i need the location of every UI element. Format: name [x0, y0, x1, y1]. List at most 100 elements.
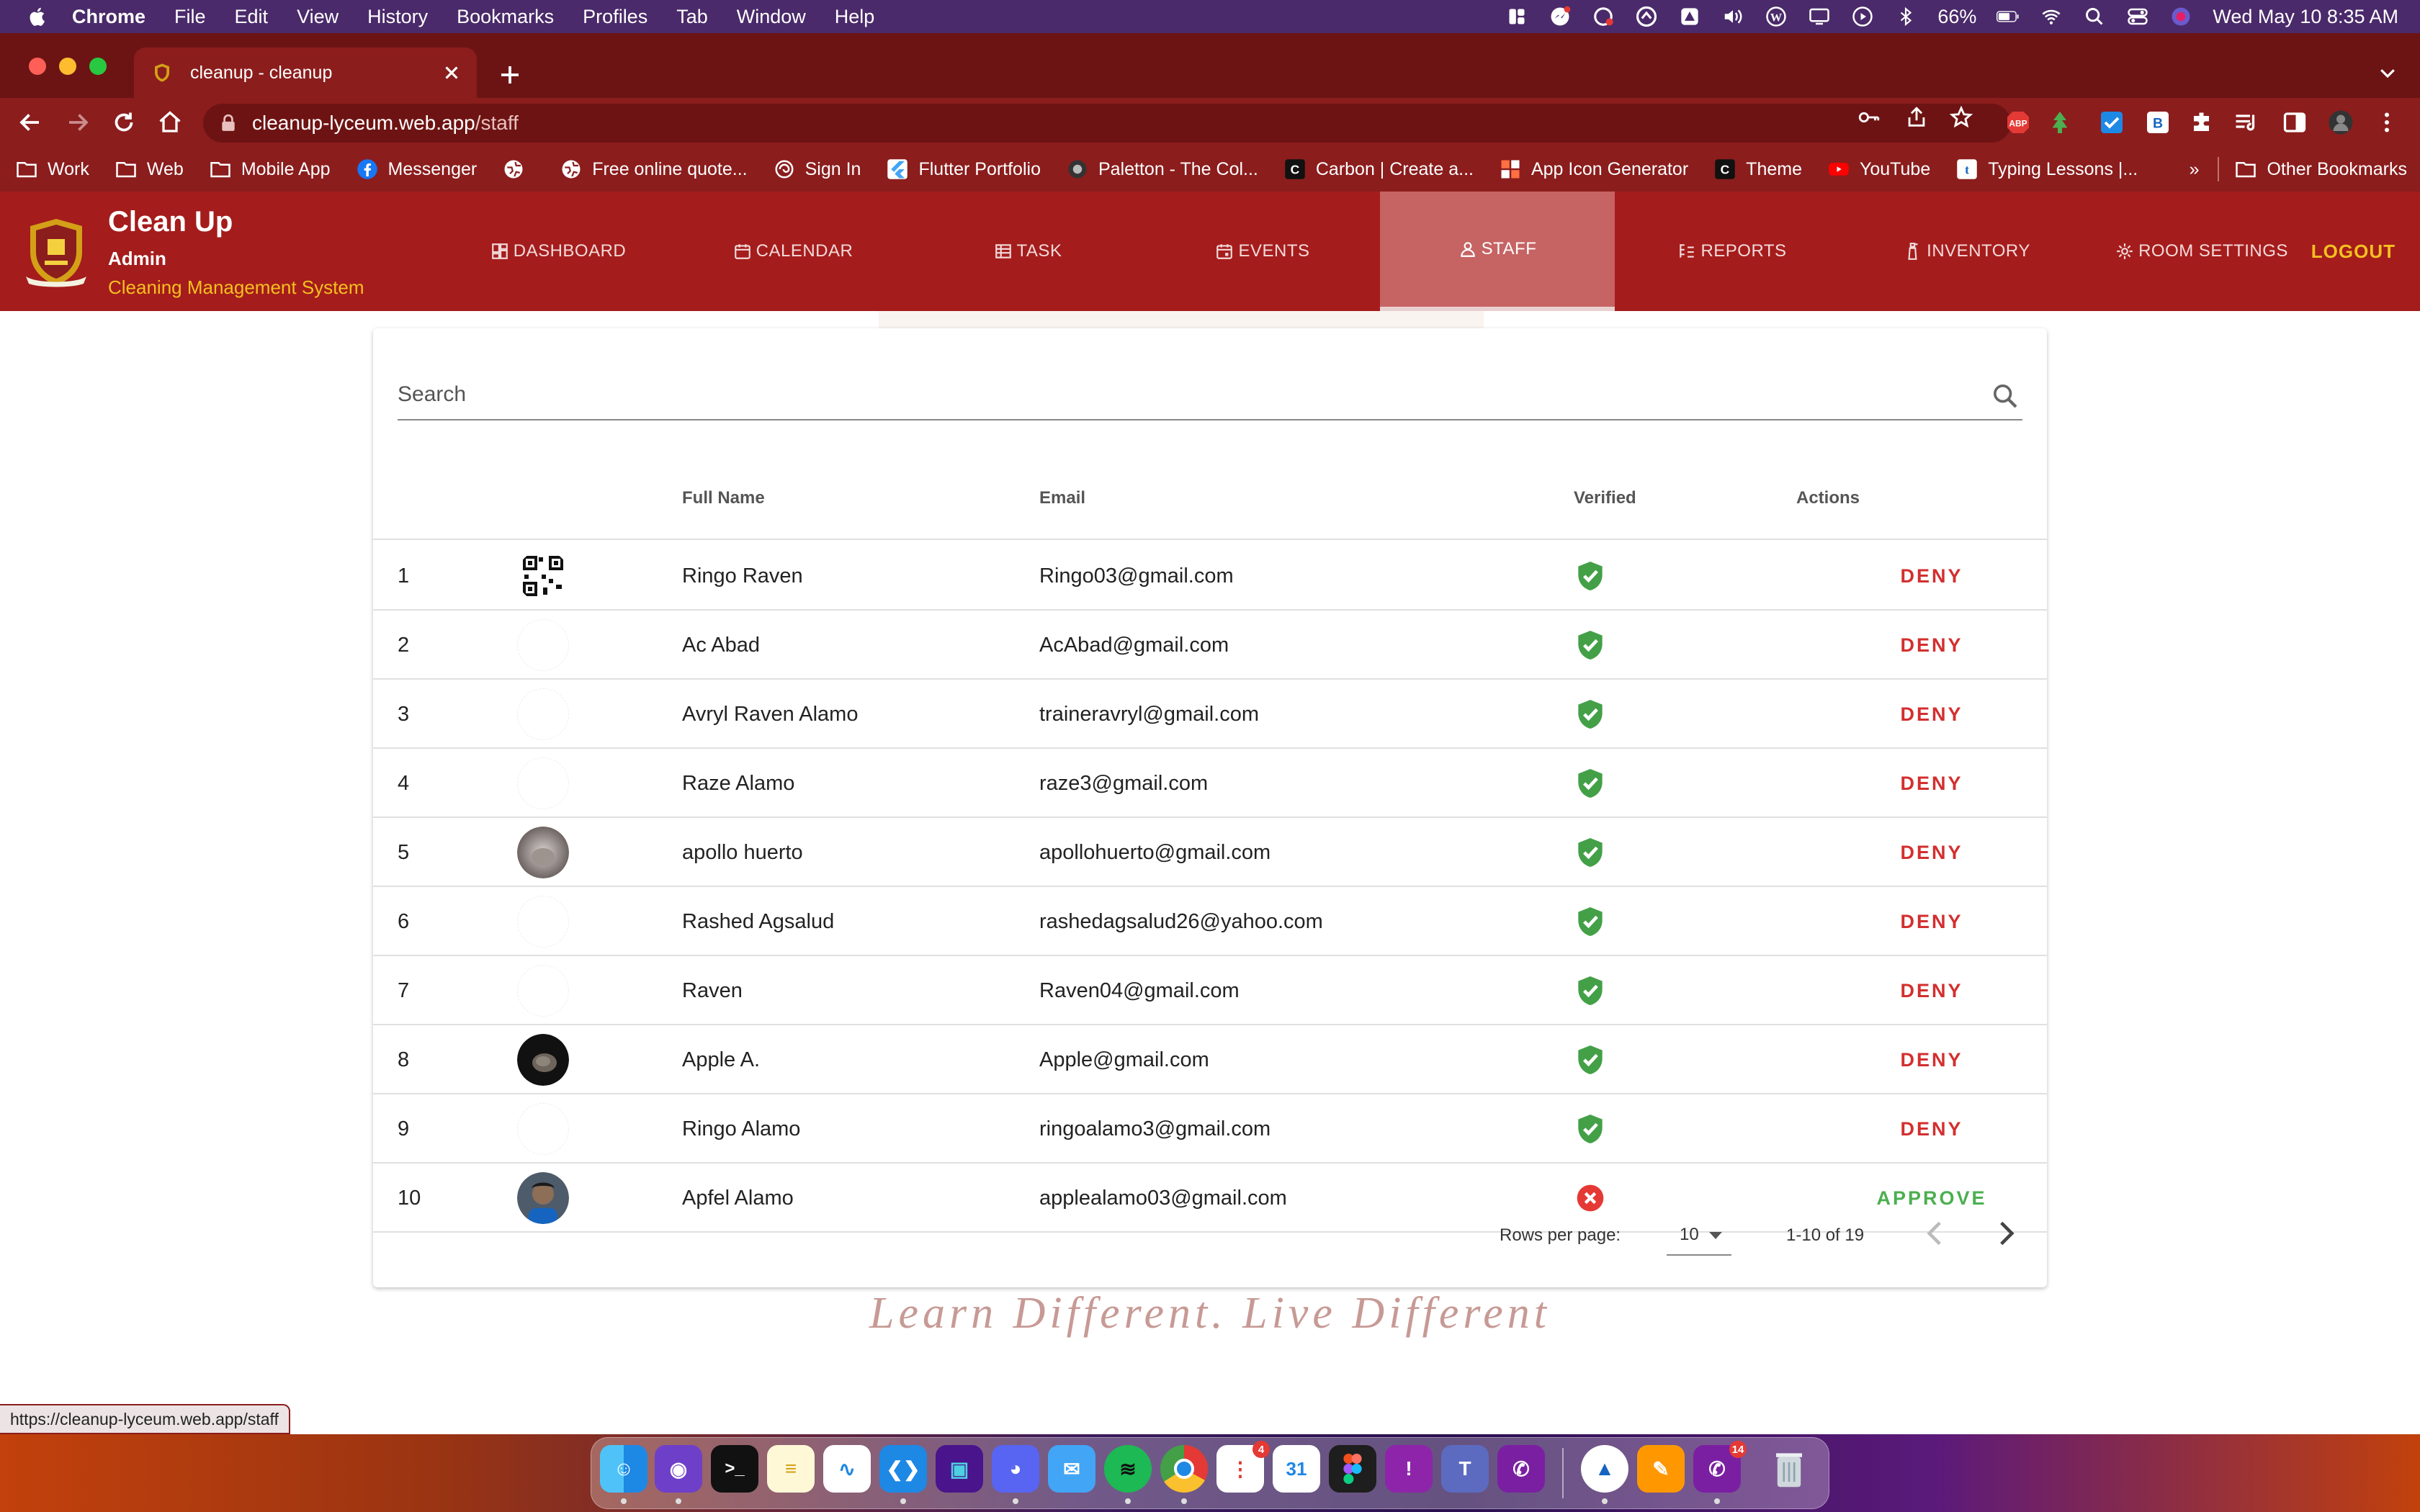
finder-icon[interactable]: ☺ [600, 1445, 647, 1493]
bookmark-carbon[interactable]: C Carbon | Create a... [1284, 158, 1474, 180]
trash-icon[interactable] [1765, 1445, 1813, 1493]
password-key-icon[interactable] [1857, 105, 1881, 130]
bookmark-star-icon[interactable] [1949, 105, 1973, 130]
logout-button[interactable]: LOGOUT [2311, 192, 2396, 311]
table-row[interactable]: 2 Ac Abad AcAbad@gmail.com DENY [373, 611, 2047, 680]
cloud-app-icon[interactable]: ▲ [1581, 1445, 1628, 1493]
extension-b-icon[interactable]: B [2145, 109, 2171, 135]
nav-calendar[interactable]: CALENDAR [676, 192, 910, 311]
menu-view[interactable]: View [297, 6, 339, 28]
spotlight-search-icon[interactable] [2083, 5, 2106, 28]
other-bookmarks-folder[interactable]: Other Bookmarks [2267, 159, 2407, 180]
tab-search-chevron-icon[interactable] [2377, 62, 2398, 84]
next-page-icon[interactable] [1988, 1215, 2024, 1251]
android-studio-icon[interactable]: ▣ [936, 1445, 983, 1493]
bluetooth-icon[interactable] [1894, 5, 1917, 28]
display-icon[interactable] [1808, 5, 1831, 28]
bookmark-folder-mobile-app[interactable]: Mobile App [210, 158, 331, 180]
bookmark-free-online-quote[interactable]: Free online quote... [560, 158, 748, 180]
bookmarks-overflow-button[interactable]: » [2190, 159, 2200, 180]
drive-icon[interactable] [1678, 5, 1701, 28]
minimize-window-button[interactable] [59, 58, 76, 75]
chrome-icon[interactable] [1160, 1445, 1208, 1493]
nav-dashboard[interactable]: DASHBOARD [441, 192, 676, 311]
close-window-button[interactable] [29, 58, 46, 75]
column-header-verified[interactable]: Verified [1574, 488, 1636, 508]
spotify-icon[interactable]: ≋ [1104, 1445, 1152, 1493]
extension-tree-icon[interactable] [2047, 109, 2073, 135]
nav-reports[interactable]: REPORTS [1615, 192, 1850, 311]
menu-profiles[interactable]: Profiles [583, 6, 647, 28]
column-header-actions[interactable]: Actions [1796, 488, 1860, 508]
volume-icon[interactable] [1721, 5, 1744, 28]
wifi-icon[interactable] [2040, 5, 2063, 28]
deny-button[interactable]: DENY [1900, 842, 1963, 864]
menu-window[interactable]: Window [737, 6, 806, 28]
menu-tab[interactable]: Tab [676, 6, 708, 28]
table-row[interactable]: 7 Raven Raven04@gmail.com DENY [373, 956, 2047, 1025]
table-row[interactable]: 4 Raze Alamo raze3@gmail.com DENY [373, 749, 2047, 818]
bookmark-folder-work[interactable]: Work [16, 158, 89, 180]
deny-button[interactable]: DENY [1900, 703, 1963, 726]
adblock-plus-icon[interactable]: ABP [2005, 109, 2031, 135]
media-queue-icon[interactable] [2233, 109, 2259, 135]
menu-history[interactable]: History [367, 6, 428, 28]
extension-check-icon[interactable] [2099, 109, 2125, 135]
menu-help[interactable]: Help [835, 6, 875, 28]
notes-icon[interactable]: ≡ [767, 1445, 815, 1493]
discord-icon[interactable]: ◕ [992, 1445, 1039, 1493]
new-tab-icon[interactable] [497, 62, 523, 88]
table-row[interactable]: 6 Rashed Agsalud rashedagsalud26@yahoo.com… [373, 887, 2047, 956]
calendar-app-icon[interactable]: 31 [1273, 1445, 1320, 1493]
bookmark-typing-lessons[interactable]: t Typing Lessons |... [1956, 158, 2138, 180]
table-row[interactable]: 8 Apple A. Apple@gmail.com DENY [373, 1025, 2047, 1094]
terminal-icon[interactable]: >_ [711, 1445, 758, 1493]
feedback-icon[interactable]: ! [1385, 1445, 1433, 1493]
forward-arrow-icon[interactable] [65, 109, 91, 135]
close-tab-icon[interactable] [441, 62, 462, 84]
vpn-icon[interactable] [1635, 5, 1658, 28]
menu-edit[interactable]: Edit [235, 6, 269, 28]
bookmark-youtube[interactable]: YouTube [1828, 158, 1930, 180]
bookmark-paletton[interactable]: Paletton - The Col... [1067, 158, 1258, 180]
deny-button[interactable]: DENY [1900, 1118, 1963, 1140]
address-bar[interactable]: cleanup-lyceum.web.app/staff [203, 104, 2011, 143]
lock-icon[interactable] [220, 114, 236, 132]
table-row[interactable]: 9 Ringo Alamo ringoalamo3@gmail.com DENY [373, 1094, 2047, 1164]
siri-icon[interactable] [2169, 5, 2192, 28]
table-row[interactable]: 5 apollo huerto apollohuerto@gmail.com DENY [373, 818, 2047, 887]
table-row[interactable]: 3 Avryl Raven Alamo traineravryl@gmail.com… [373, 680, 2047, 749]
previous-page-icon[interactable] [1917, 1215, 1953, 1251]
wordpress-icon[interactable]: W [1765, 5, 1788, 28]
teams-icon[interactable]: T [1441, 1445, 1489, 1493]
pages-icon[interactable]: ✎ [1637, 1445, 1685, 1493]
github-desktop-icon[interactable]: ◉ [655, 1445, 702, 1493]
deny-button[interactable]: DENY [1900, 980, 1963, 1002]
menubar-clock[interactable]: Wed May 10 8:35 AM [2213, 6, 2398, 28]
nav-events[interactable]: EVENTS [1145, 192, 1380, 311]
messenger-status-icon[interactable] [1549, 5, 1572, 28]
bookmark-sign-in[interactable]: Sign In [774, 158, 861, 180]
side-panel-icon[interactable] [2282, 109, 2308, 135]
play-icon[interactable] [1851, 5, 1874, 28]
profile-avatar-icon[interactable] [2328, 109, 2354, 135]
freeform-icon[interactable]: ∿ [823, 1445, 871, 1493]
column-header-full-name[interactable]: Full Name [682, 488, 765, 508]
active-browser-tab[interactable]: cleanup - cleanup [134, 48, 477, 98]
figma-icon[interactable] [1329, 1445, 1376, 1493]
table-row[interactable]: 1 Ringo Raven Ringo03@gmail.com DENY [373, 541, 2047, 611]
chrome-menu-icon[interactable] [2374, 109, 2400, 135]
nav-staff[interactable]: STAFF [1380, 192, 1615, 311]
zoom-window-button[interactable] [89, 58, 107, 75]
rows-per-page-select[interactable]: 10 [1667, 1215, 1731, 1256]
creative-cloud-icon[interactable] [1592, 5, 1615, 28]
search-icon[interactable] [1991, 382, 2020, 410]
apple-menu-icon[interactable] [27, 6, 49, 27]
mail-icon[interactable]: ✉ [1048, 1445, 1095, 1493]
vscode-icon[interactable]: ❮❯ [879, 1445, 927, 1493]
bookmark-globe[interactable] [503, 158, 534, 180]
deny-button[interactable]: DENY [1900, 634, 1963, 657]
deny-button[interactable]: DENY [1900, 911, 1963, 933]
reload-icon[interactable] [111, 109, 137, 135]
extensions-puzzle-icon[interactable] [2190, 109, 2215, 135]
